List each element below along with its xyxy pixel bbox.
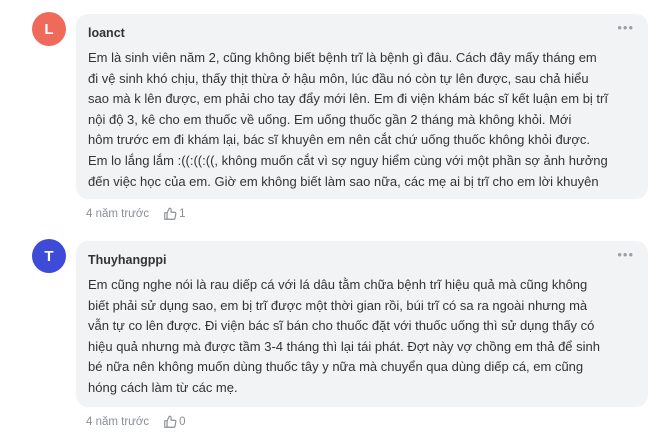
author-name[interactable]: loanct	[88, 25, 636, 41]
timestamp: 4 năm trước	[86, 208, 150, 220]
thumbs-up-icon	[164, 207, 177, 220]
comment-line: vẫn tự co lên được. Đi viện bác sĩ bán c…	[88, 318, 595, 334]
comment-line: hóng cách làm từ các mẹ.	[88, 379, 238, 395]
like-button[interactable]: 0	[163, 415, 186, 429]
comment-line: biết phải sử dụng sao, em bị trĩ được mộ…	[88, 297, 588, 313]
comment-meta: 4 năm trước 1	[86, 207, 186, 221]
comment-line: bé nữa nên không muốn dùng thuốc tây y n…	[88, 359, 584, 375]
comment-bubble: loanct ••• Em là sinh viên năm 2, cũng k…	[76, 14, 648, 199]
more-horizontal-icon[interactable]: •••	[617, 21, 634, 34]
avatar[interactable]: L	[32, 12, 66, 46]
thumbs-up-icon	[164, 415, 177, 428]
comment-body: Em là sinh viên năm 2, cũng không biết b…	[88, 48, 636, 192]
comment-body: Em cũng nghe nói là rau diếp cá với lá d…	[88, 275, 636, 399]
like-count: 0	[179, 416, 186, 428]
comment-line: Em là sinh viên năm 2, cũng không biết b…	[88, 50, 597, 65]
comment-meta: 4 năm trước 0	[86, 415, 186, 429]
comment-line: đi vệ sinh khó chịu, thấy thịt thừa ở hậ…	[88, 70, 589, 86]
comment-line: đến việc học của em. Giờ em không biết l…	[88, 173, 599, 189]
comment-line: Em cũng nghe nói là rau diếp cá với lá d…	[88, 277, 588, 292]
comment-line: sao mà k lên được, em phải cho tay đẩy m…	[88, 91, 608, 107]
timestamp: 4 năm trước	[86, 416, 150, 428]
comment-line: nội độ 3, kê cho em thuốc về uống. Em uố…	[88, 111, 572, 127]
comment-bubble: Thuyhangppi ••• Em cũng nghe nói là rau …	[76, 241, 648, 407]
comment-line: Em lo lắng lắm :((:((:((, không muốn cắt…	[88, 152, 608, 168]
comment-line: hiệu quả nhưng mà được tầm 3-4 tháng thì…	[88, 338, 600, 354]
avatar[interactable]: T	[32, 239, 66, 273]
like-count: 1	[179, 208, 186, 220]
comment-line: hôm trước em đi khám lại, bác sĩ khuyên …	[88, 132, 591, 148]
like-button[interactable]: 1	[163, 207, 186, 221]
more-horizontal-icon[interactable]: •••	[617, 248, 634, 261]
author-name[interactable]: Thuyhangppi	[88, 252, 636, 268]
